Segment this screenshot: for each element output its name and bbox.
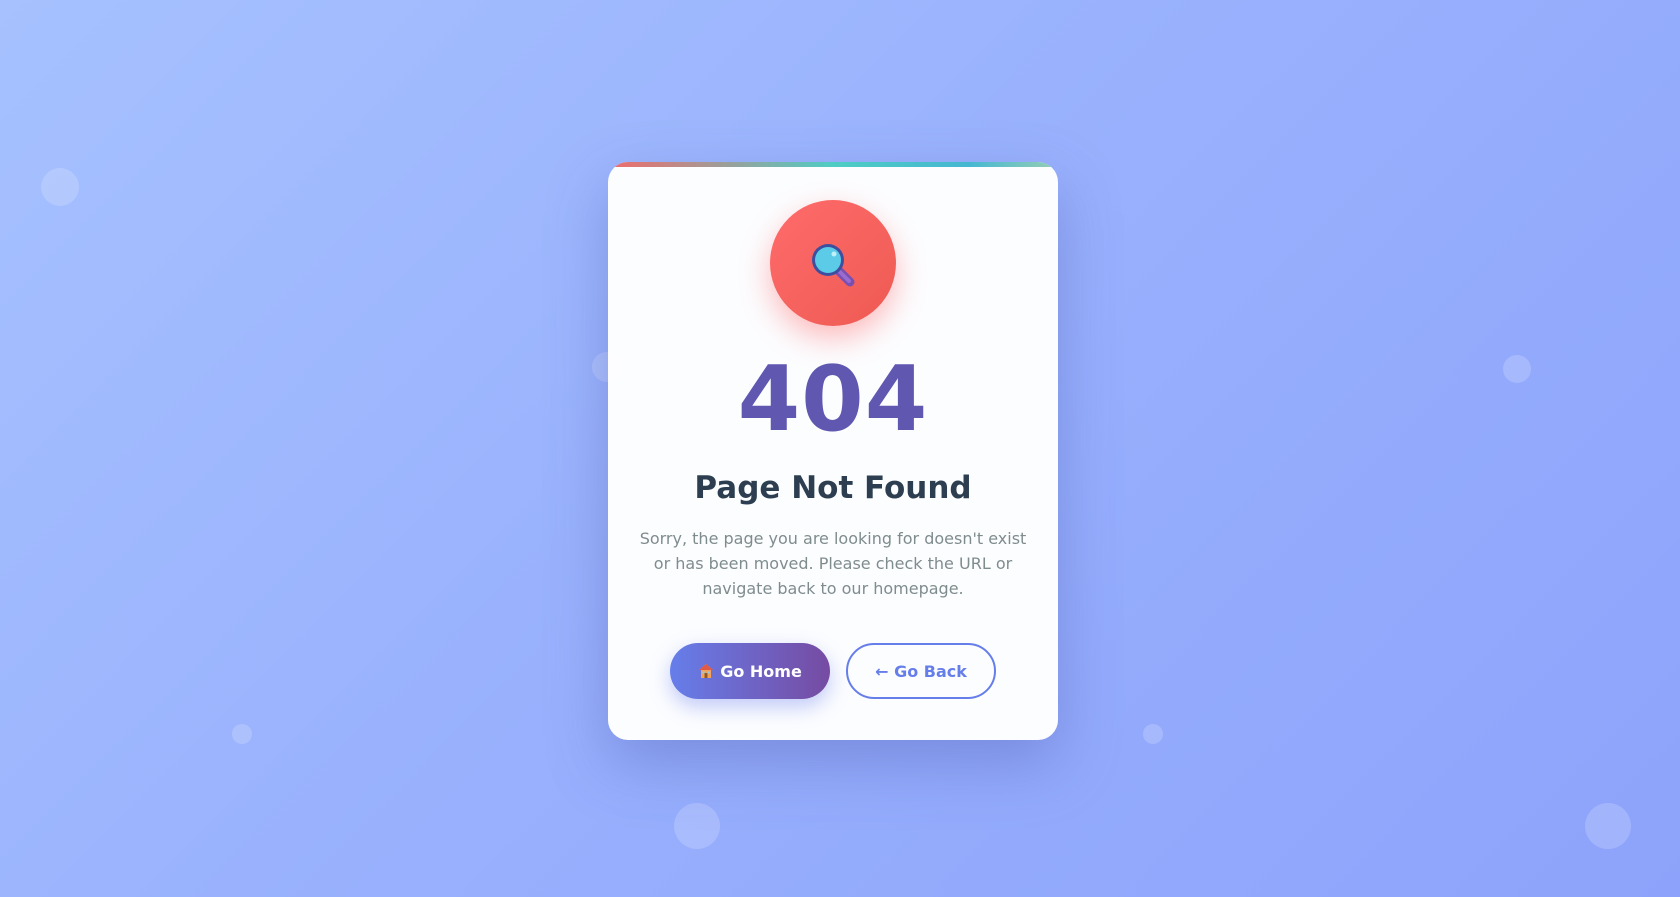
background-bubble bbox=[674, 803, 720, 849]
card-accent-bar bbox=[608, 162, 1058, 167]
background-bubble bbox=[232, 724, 252, 744]
error-message: Sorry, the page you are looking for does… bbox=[639, 529, 1027, 598]
go-back-button[interactable]: ← Go Back bbox=[846, 643, 996, 699]
house-icon bbox=[699, 664, 714, 678]
background-bubble bbox=[1585, 803, 1631, 849]
background-bubble bbox=[1143, 724, 1163, 744]
background-bubble bbox=[1503, 355, 1531, 383]
go-home-button[interactable]: Go Home bbox=[670, 643, 830, 699]
magnifying-glass-icon bbox=[812, 244, 855, 287]
error-card: 404 Page Not Found Sorry, the page you a… bbox=[608, 162, 1058, 740]
background-bubble bbox=[41, 168, 79, 206]
go-home-label: Go Home bbox=[720, 661, 802, 681]
error-code: 404 bbox=[737, 347, 929, 452]
icon-badge bbox=[770, 200, 896, 326]
page-title: Page Not Found bbox=[694, 470, 972, 506]
